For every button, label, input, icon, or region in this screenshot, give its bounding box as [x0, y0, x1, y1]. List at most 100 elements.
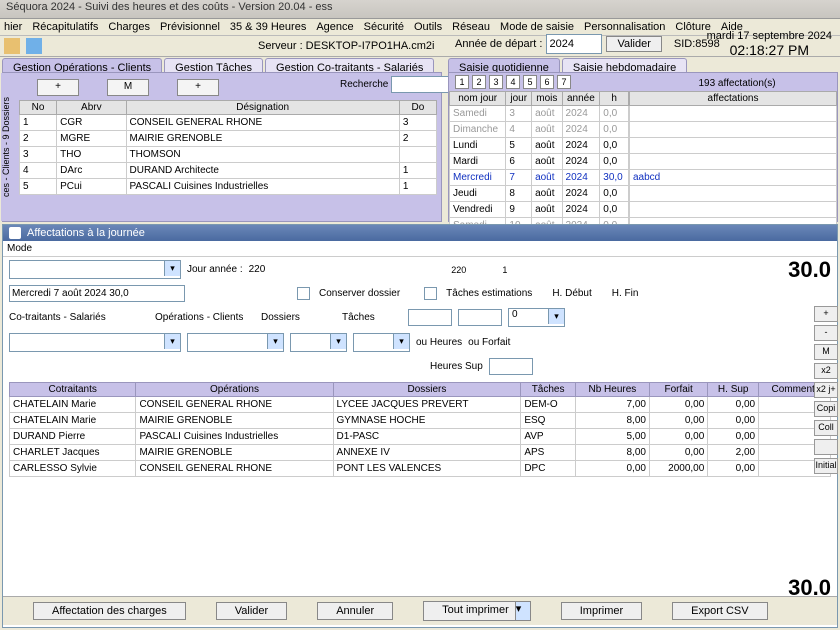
- menu-item[interactable]: hier: [4, 21, 22, 33]
- table-row[interactable]: Jeudi8août20240,0: [450, 186, 629, 202]
- conserver-checkbox[interactable]: [297, 287, 310, 300]
- table-row[interactable]: 1CGRCONSEIL GENERAL RHONE3: [20, 115, 437, 131]
- detail-window: Affectations à la journée Mode ▾ Jour an…: [2, 224, 838, 628]
- aff-cell: [630, 202, 837, 218]
- col-header: nom jour: [450, 92, 506, 106]
- validate-button[interactable]: Valider: [606, 36, 661, 52]
- week-num[interactable]: 2: [472, 75, 486, 89]
- side-button[interactable]: x2 j+: [814, 382, 838, 398]
- cotraitants-combo[interactable]: ▾: [9, 333, 181, 352]
- side-button[interactable]: -: [814, 325, 838, 341]
- col-header: Opérations: [136, 383, 333, 397]
- week-num[interactable]: 7: [557, 75, 571, 89]
- week-num[interactable]: 1: [455, 75, 469, 89]
- week-num[interactable]: 5: [523, 75, 537, 89]
- ouforfait-label: ou Forfait: [468, 337, 510, 348]
- operations-combo[interactable]: ▾: [187, 333, 284, 352]
- side-button[interactable]: [814, 439, 838, 455]
- side-button[interactable]: Copi: [814, 401, 838, 417]
- table-row[interactable]: Vendredi9août20240,0: [450, 202, 629, 218]
- table-row[interactable]: CHARLET JacquesMAIRIE GRENOBLEANNEXE IVA…: [10, 445, 831, 461]
- col-header: Do: [399, 101, 436, 115]
- taches-combo[interactable]: ▾: [353, 333, 410, 352]
- week-num[interactable]: 4: [506, 75, 520, 89]
- jour-annee-value: 220: [249, 264, 266, 275]
- chevron-down-icon[interactable]: ▾: [164, 334, 180, 349]
- table-row[interactable]: 3THOTHOMSON: [20, 147, 437, 163]
- menu-item[interactable]: Récapitulatifs: [32, 21, 98, 33]
- menu-item[interactable]: Prévisionnel: [160, 21, 220, 33]
- heuressup-input[interactable]: [489, 358, 533, 375]
- taches-label: Tâches: [342, 312, 402, 323]
- side-button[interactable]: Initial: [814, 458, 838, 474]
- table-row[interactable]: Lundi5août20240,0: [450, 138, 629, 154]
- side-button[interactable]: Coll: [814, 420, 838, 436]
- chevron-down-icon[interactable]: ▾: [330, 334, 346, 349]
- menu-item[interactable]: 35 & 39 Heures: [230, 21, 306, 33]
- toolbar-icon[interactable]: [26, 38, 42, 54]
- hdebut-input[interactable]: [408, 309, 452, 326]
- table-row[interactable]: CHATELAIN MarieCONSEIL GENERAL RHONELYCE…: [10, 397, 831, 413]
- side-button[interactable]: M: [814, 344, 838, 360]
- hfin-label: H. Fin: [612, 288, 639, 299]
- col-header: Tâches: [521, 383, 576, 397]
- hfin-input[interactable]: [458, 309, 502, 326]
- table-row[interactable]: 5PCuiPASCALI Cuisines Industrielles1: [20, 179, 437, 195]
- menu-item[interactable]: Personnalisation: [584, 21, 665, 33]
- zero-combo[interactable]: 0▾: [508, 308, 565, 327]
- ouheures-label: ou Heures: [416, 337, 462, 348]
- aff-cell: aabcd: [630, 170, 837, 186]
- week-num[interactable]: 6: [540, 75, 554, 89]
- dossiers-combo[interactable]: ▾: [290, 333, 347, 352]
- side-button[interactable]: x2: [814, 363, 838, 379]
- table-row[interactable]: Mardi6août20240,0: [450, 154, 629, 170]
- chevron-down-icon[interactable]: ▾: [164, 261, 180, 276]
- col-header: Dossiers: [333, 383, 521, 397]
- taches-est-checkbox[interactable]: [424, 287, 437, 300]
- combo-1[interactable]: ▾: [9, 260, 181, 279]
- menu-item[interactable]: Mode de saisie: [500, 21, 574, 33]
- col-header: Forfait: [649, 383, 707, 397]
- table-row[interactable]: CHATELAIN MarieMAIRIE GRENOBLEGYMNASE HO…: [10, 413, 831, 429]
- menu-item[interactable]: Charges: [108, 21, 150, 33]
- menu-item[interactable]: Outils: [414, 21, 442, 33]
- week-num[interactable]: 3: [489, 75, 503, 89]
- year-controls: Année de départ : Valider SID:8598: [455, 34, 720, 54]
- year-label: Année de départ :: [455, 38, 542, 50]
- chevron-down-icon[interactable]: ▾: [548, 309, 564, 324]
- date-box: mardi 17 septembre 2024 02:18:27 PM: [707, 30, 832, 58]
- annuler-button[interactable]: Annuler: [317, 602, 393, 620]
- export-csv-button[interactable]: Export CSV: [672, 602, 767, 620]
- valider-button[interactable]: Valider: [216, 602, 287, 620]
- small-button[interactable]: M: [107, 79, 149, 96]
- day-line-input[interactable]: [9, 285, 185, 302]
- current-date: mardi 17 septembre 2024: [707, 30, 832, 42]
- chevron-down-icon[interactable]: ▾: [267, 334, 283, 349]
- calendar-panel: 1234567 193 affectation(s) nom jourjourm…: [448, 72, 838, 222]
- chevron-down-icon[interactable]: ▾: [516, 601, 531, 621]
- chevron-down-icon[interactable]: ▾: [393, 334, 409, 349]
- table-row[interactable]: 2MGREMAIRIE GRENOBLE2: [20, 131, 437, 147]
- mode-label: Mode: [3, 241, 837, 257]
- imprimer-button[interactable]: Imprimer: [561, 602, 642, 620]
- table-row[interactable]: Dimanche4août20240,0: [450, 122, 629, 138]
- menu-item[interactable]: Clôture: [675, 21, 710, 33]
- affectations-grid: CotraitantsOpérationsDossiersTâchesNb He…: [9, 382, 831, 477]
- menu-item[interactable]: Sécurité: [364, 21, 404, 33]
- small-button[interactable]: +: [37, 79, 79, 96]
- table-row[interactable]: Samedi3août20240,0: [450, 106, 629, 122]
- side-button[interactable]: +: [814, 306, 838, 322]
- table-row[interactable]: DURAND PierrePASCALI Cuisines Industriel…: [10, 429, 831, 445]
- toolbar-icon[interactable]: [4, 38, 20, 54]
- tout-imprimer-button[interactable]: Tout imprimer: [423, 601, 516, 621]
- year-input[interactable]: [546, 34, 602, 54]
- small-button[interactable]: +: [177, 79, 219, 96]
- table-row[interactable]: CARLESSO SylvieCONSEIL GENERAL RHONEPONT…: [10, 461, 831, 477]
- menu-item[interactable]: Agence: [316, 21, 353, 33]
- affectation-charges-button[interactable]: Affectation des charges: [33, 602, 186, 620]
- table-row[interactable]: 4DArcDURAND Architecte1: [20, 163, 437, 179]
- table-row[interactable]: Mercredi7août202430,0: [450, 170, 629, 186]
- col-header: No: [20, 101, 57, 115]
- aff-cell: [630, 122, 837, 138]
- menu-item[interactable]: Réseau: [452, 21, 490, 33]
